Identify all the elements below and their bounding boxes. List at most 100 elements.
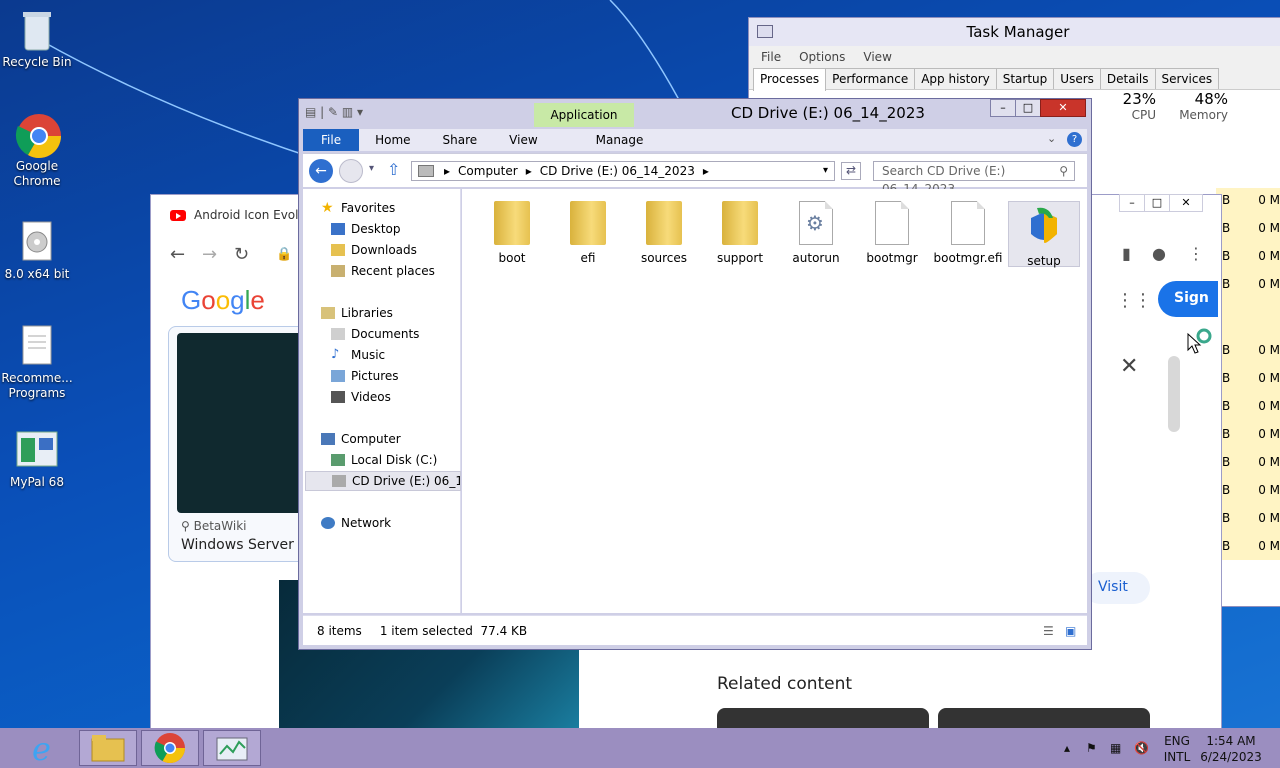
menu-options[interactable]: Options: [799, 46, 845, 68]
back-button-icon[interactable]: ←: [309, 159, 333, 183]
process-row[interactable]: B0 M: [1222, 511, 1280, 525]
tab-processes[interactable]: Processes: [753, 68, 827, 91]
nav-libraries[interactable]: Libraries: [321, 306, 393, 320]
file-item-support[interactable]: support: [704, 201, 776, 265]
minimize-button[interactable]: –: [990, 99, 1016, 117]
large-icons-view-icon[interactable]: ▣: [1065, 616, 1076, 646]
nav-computer[interactable]: Computer: [321, 432, 401, 446]
sign-in-button[interactable]: Sign: [1158, 281, 1218, 317]
breadcrumb-separator-icon[interactable]: ▸: [444, 162, 450, 180]
network-tray-icon[interactable]: ▦: [1110, 740, 1121, 756]
task-manager-titlebar[interactable]: Task Manager: [749, 18, 1280, 46]
nav-favorites[interactable]: ★ Favorites: [321, 201, 395, 215]
breadcrumb-separator-icon[interactable]: ▸: [526, 162, 532, 180]
tab-users[interactable]: Users: [1053, 68, 1101, 89]
breadcrumb-cd-drive[interactable]: CD Drive (E:) 06_14_2023: [540, 162, 695, 180]
process-row[interactable]: B0 M: [1222, 343, 1280, 357]
file-item-bootmgr[interactable]: bootmgr: [856, 201, 928, 265]
tab-performance[interactable]: Performance: [825, 68, 916, 89]
process-row[interactable]: B0 M: [1222, 221, 1280, 235]
volume-muted-icon[interactable]: 🔇: [1134, 740, 1149, 756]
up-arrow-icon[interactable]: ⇧: [387, 160, 400, 179]
chrome-close-button[interactable]: ✕: [1169, 194, 1203, 212]
ribbon-tab-share[interactable]: Share: [427, 129, 494, 151]
back-icon[interactable]: ←: [170, 244, 185, 265]
file-item-autorun[interactable]: ⚙ autorun: [780, 201, 852, 265]
taskbar-task-manager-button[interactable]: [203, 730, 261, 766]
file-item-setup[interactable]: setup: [1008, 201, 1080, 268]
visit-button[interactable]: Visit: [1084, 572, 1150, 604]
file-item-bootmgr-efi[interactable]: bootmgr.efi: [932, 201, 1004, 265]
forward-icon[interactable]: →: [202, 244, 217, 265]
close-button[interactable]: ✕: [1040, 99, 1086, 117]
menu-file[interactable]: File: [761, 46, 781, 68]
desktop-icon-google-chrome[interactable]: Google Chrome: [0, 112, 74, 189]
taskbar-explorer-button[interactable]: [79, 730, 137, 766]
tab-startup[interactable]: Startup: [995, 68, 1055, 89]
language-indicator[interactable]: ENG INTL: [1160, 733, 1194, 765]
cpu-usage-header[interactable]: 23% CPU: [1110, 90, 1156, 122]
process-row[interactable]: B0 M: [1222, 483, 1280, 497]
ribbon-tab-manage[interactable]: Manage: [580, 129, 660, 151]
process-row[interactable]: B0 M: [1222, 193, 1280, 207]
ribbon-tab-home[interactable]: Home: [359, 129, 426, 151]
nav-network[interactable]: Network: [321, 516, 391, 530]
nav-documents[interactable]: Documents: [331, 327, 419, 341]
desktop-icon-mypal[interactable]: MyPal 68: [0, 428, 74, 490]
help-icon[interactable]: ?: [1067, 132, 1082, 147]
taskbar-ie-button[interactable]: e: [17, 730, 75, 768]
chrome-tab[interactable]: Android Icon Evolu: [170, 208, 306, 222]
nav-local-disk[interactable]: Local Disk (C:): [331, 453, 437, 467]
maximize-button[interactable]: □: [1015, 99, 1041, 117]
nav-desktop[interactable]: Desktop: [331, 222, 401, 236]
close-panel-icon[interactable]: ✕: [1120, 354, 1138, 379]
explorer-window[interactable]: ▤ | ✎ ▥ ▾ Application Tools CD Drive (E:…: [298, 98, 1092, 650]
file-item-boot[interactable]: boot: [476, 201, 548, 265]
refresh-icon[interactable]: ⇄: [841, 162, 861, 180]
clock[interactable]: 1:54 AM 6/24/2023: [1198, 733, 1264, 765]
nav-downloads[interactable]: Downloads: [331, 243, 417, 257]
tab-services[interactable]: Services: [1154, 68, 1220, 89]
explorer-titlebar[interactable]: ▤ | ✎ ▥ ▾ Application Tools CD Drive (E:…: [299, 99, 1091, 146]
process-row[interactable]: B0 M: [1222, 371, 1280, 385]
show-hidden-icons-icon[interactable]: ▴: [1064, 740, 1070, 756]
file-item-efi[interactable]: efi: [552, 201, 624, 265]
ribbon-tab-view[interactable]: View: [493, 129, 553, 151]
search-input[interactable]: Search CD Drive (E:) 06_14_2023 ⚲: [873, 161, 1075, 196]
process-row[interactable]: B0 M: [1222, 249, 1280, 263]
address-dropdown-icon[interactable]: ▾: [823, 162, 828, 180]
tab-details[interactable]: Details: [1099, 68, 1156, 89]
nav-cd-drive[interactable]: CD Drive (E:) 06_14_2: [305, 471, 461, 491]
profile-icon[interactable]: ●: [1152, 244, 1166, 263]
apps-grid-icon[interactable]: ⋮⋮: [1116, 290, 1152, 311]
chrome-maximize-button[interactable]: □: [1144, 194, 1170, 212]
ribbon-expand-icon[interactable]: ⌄: [1047, 132, 1056, 145]
breadcrumb-separator-icon[interactable]: ▸: [703, 162, 709, 180]
reload-icon[interactable]: ↻: [234, 244, 249, 265]
desktop-icon-disc-image[interactable]: 8.0 x64 bit: [0, 220, 74, 282]
memory-usage-header[interactable]: 48% Memory: [1176, 90, 1228, 122]
search-icon[interactable]: ⚲: [1059, 162, 1068, 180]
taskbar-chrome-button[interactable]: [141, 730, 199, 766]
action-center-flag-icon[interactable]: ⚑: [1086, 740, 1097, 756]
tab-app-history[interactable]: App history: [914, 68, 997, 89]
process-row[interactable]: B0 M: [1222, 399, 1280, 413]
chrome-minimize-button[interactable]: –: [1119, 194, 1145, 212]
menu-view[interactable]: View: [863, 46, 891, 68]
nav-videos[interactable]: Videos: [331, 390, 391, 404]
nav-music[interactable]: ♪ Music: [331, 348, 385, 362]
desktop-icon-recommended-programs[interactable]: Recomme... Programs: [0, 324, 74, 401]
address-bar[interactable]: ▸ Computer ▸ CD Drive (E:) 06_14_2023 ▸ …: [411, 161, 835, 181]
kebab-menu-icon[interactable]: ⋮: [1188, 244, 1204, 263]
nav-pictures[interactable]: Pictures: [331, 369, 399, 383]
recent-locations-icon[interactable]: ▾: [369, 163, 374, 174]
process-row[interactable]: B0 M: [1222, 277, 1280, 291]
forward-button-icon[interactable]: [339, 159, 363, 183]
ribbon-tab-file[interactable]: File: [303, 129, 360, 151]
nav-recent-places[interactable]: Recent places: [331, 264, 435, 278]
process-row[interactable]: B0 M: [1222, 539, 1280, 553]
process-row[interactable]: B0 M: [1222, 427, 1280, 441]
breadcrumb-computer[interactable]: Computer: [458, 162, 518, 180]
details-view-icon[interactable]: ☰: [1043, 616, 1054, 646]
file-item-sources[interactable]: sources: [628, 201, 700, 265]
